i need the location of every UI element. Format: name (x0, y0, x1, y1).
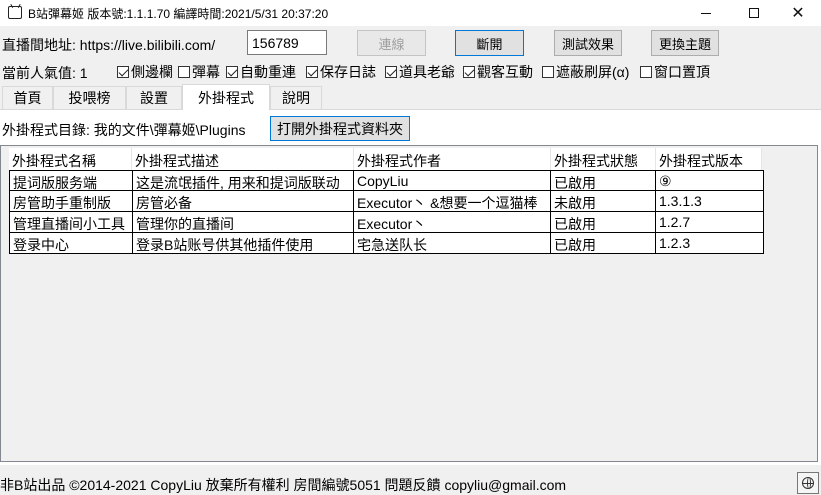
cell-name: 房管助手重制版 (9, 191, 133, 212)
plugin-table[interactable]: 外掛程式名稱 外掛程式描述 外掛程式作者 外掛程式狀態 外掛程式版本 提词版服务… (0, 145, 818, 462)
column-header-description[interactable]: 外掛程式描述 (132, 148, 354, 172)
column-header-status[interactable]: 外掛程式狀態 (551, 148, 656, 172)
option-label: 道具老爺 (399, 64, 455, 80)
globe-button[interactable] (797, 472, 819, 494)
tab-help[interactable]: 說明 (270, 86, 322, 109)
table-row[interactable]: 管理直播间小工具 管理你的直播间 Executor丶 已啟用 1.2.7 (9, 212, 767, 233)
test-effect-button[interactable]: 測試效果 (554, 30, 622, 56)
column-header-name[interactable]: 外掛程式名稱 (9, 148, 132, 172)
table-row[interactable]: 房管助手重制版 房管必备 Executor丶 &想要一个逗猫棒 未啟用 1.3.… (9, 191, 767, 212)
open-plugin-folder-button[interactable]: 打開外掛程式資料夾 (270, 116, 410, 141)
window-title: B站彈幕姬 版本號:1.1.1.70 編譯時間:2021/5/31 20:37:… (28, 7, 329, 21)
room-id-input[interactable] (247, 30, 327, 55)
minimize-button[interactable] (683, 0, 729, 26)
option-gift-vip-checkbox[interactable]: 道具老爺 (385, 62, 455, 82)
maximize-icon (749, 8, 759, 18)
footer-copyright: 非B站出品 ©2014-2021 CopyLiu 放棄所有權利 房間編號5051… (0, 477, 567, 493)
room-url-label: 直播間地址: https://live.bilibili.com/ (2, 37, 216, 53)
minimize-icon (701, 12, 711, 14)
cell-name: 登录中心 (9, 233, 133, 254)
option-label: 保存日誌 (320, 64, 376, 80)
cell-version: 1.3.1.3 (655, 191, 764, 212)
change-theme-button[interactable]: 更換主題 (651, 30, 719, 56)
tab-strip: 首頁 投喂榜 設置 外掛程式 說明 (0, 84, 821, 110)
cell-status: 已啟用 (550, 170, 656, 191)
checkbox-box (463, 66, 475, 78)
table-row[interactable]: 提词版服务端 这是流氓插件, 用来和提词版联动 CopyLiu 已啟用 ⑨ (9, 170, 767, 191)
checkbox-box (385, 66, 397, 78)
option-label: 側邊欄 (131, 64, 173, 80)
plugin-directory-label: 外掛程式目錄: 我的文件\彈幕姬\Plugins (2, 122, 246, 138)
app-tv-icon (8, 6, 22, 19)
connect-button[interactable]: 連線 (357, 30, 426, 56)
cell-name: 管理直播间小工具 (9, 212, 133, 233)
close-button[interactable]: ✕ (775, 0, 821, 26)
column-header-author[interactable]: 外掛程式作者 (354, 148, 551, 172)
option-label: 窗口置頂 (654, 64, 710, 80)
cell-name: 提词版服务端 (9, 170, 133, 191)
cell-description: 登录B站账号供其他插件使用 (132, 233, 354, 254)
option-label: 遮蔽刷屏(α) (556, 64, 630, 80)
option-auto-reconnect-checkbox[interactable]: 自動重連 (226, 62, 296, 82)
cell-status: 已啟用 (550, 233, 656, 254)
checkbox-box (306, 66, 318, 78)
option-label: 彈幕 (192, 64, 220, 80)
disconnect-button[interactable]: 斷開 (455, 30, 524, 56)
option-danmaku-checkbox[interactable]: 彈幕 (178, 62, 220, 82)
cell-author: Executor丶 &想要一个逗猫棒 (353, 191, 551, 212)
option-sidebar-checkbox[interactable]: 側邊欄 (117, 62, 173, 82)
tab-home[interactable]: 首頁 (2, 86, 53, 109)
cell-description: 这是流氓插件, 用来和提词版联动 (132, 170, 354, 191)
checkbox-box (542, 66, 554, 78)
checkbox-box (117, 66, 129, 78)
cell-author: 宅急送队长 (353, 233, 551, 254)
cell-status: 未啟用 (550, 191, 656, 212)
cell-description: 房管必备 (132, 191, 354, 212)
option-audience-interact-checkbox[interactable]: 觀客互動 (463, 62, 533, 82)
checkbox-box (178, 66, 190, 78)
popularity-label: 當前人氣值: 1 (2, 65, 88, 81)
tab-gift-rank[interactable]: 投喂榜 (53, 86, 126, 109)
close-icon: ✕ (791, 5, 805, 22)
maximize-button[interactable] (731, 0, 777, 26)
option-label: 自動重連 (240, 64, 296, 80)
column-header-version[interactable]: 外掛程式版本 (656, 148, 762, 172)
title-bar: B站彈幕姬 版本號:1.1.1.70 編譯時間:2021/5/31 20:37:… (0, 0, 821, 26)
option-block-spam-checkbox[interactable]: 遮蔽刷屏(α) (542, 62, 629, 82)
checkbox-box (226, 66, 238, 78)
cell-author: CopyLiu (353, 170, 551, 191)
cell-version: ⑨ (655, 170, 764, 191)
option-label: 觀客互動 (477, 64, 533, 80)
globe-icon (802, 477, 814, 489)
option-topmost-checkbox[interactable]: 窗口置頂 (640, 62, 710, 82)
cell-status: 已啟用 (550, 212, 656, 233)
cell-author: Executor丶 (353, 212, 551, 233)
tab-plugins[interactable]: 外掛程式 (182, 84, 270, 110)
option-save-log-checkbox[interactable]: 保存日誌 (306, 62, 376, 82)
cell-version: 1.2.3 (655, 233, 764, 254)
tab-settings[interactable]: 設置 (126, 86, 182, 109)
cell-description: 管理你的直播间 (132, 212, 354, 233)
checkbox-box (640, 66, 652, 78)
cell-version: 1.2.7 (655, 212, 764, 233)
table-row[interactable]: 登录中心 登录B站账号供其他插件使用 宅急送队长 已啟用 1.2.3 (9, 233, 767, 254)
